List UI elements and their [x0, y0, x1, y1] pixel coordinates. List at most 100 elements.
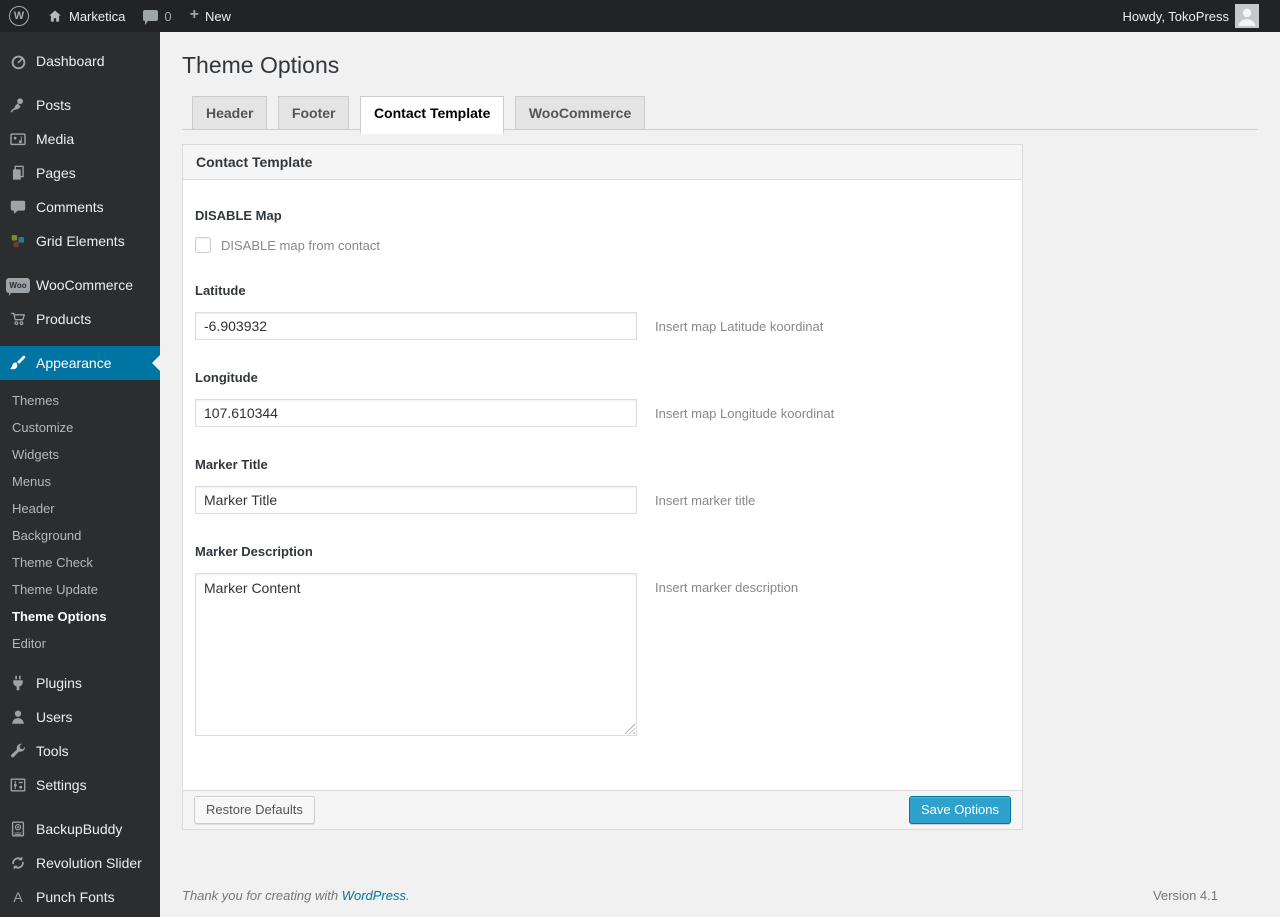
sidebar-item-appearance[interactable]: Appearance [0, 346, 160, 380]
submenu-item-theme-options[interactable]: Theme Options [0, 603, 160, 630]
submenu-item-header[interactable]: Header [0, 495, 160, 522]
disable-map-checkbox[interactable] [195, 237, 211, 253]
plus-icon: + [189, 6, 199, 23]
home-icon [47, 8, 63, 24]
sidebar-item-punch-fonts[interactable]: A Punch Fonts [0, 880, 160, 914]
user-icon [8, 707, 28, 727]
sidebar-item-label: Media [36, 131, 75, 147]
settings-sliders-icon [8, 775, 28, 795]
wrench-icon [8, 741, 28, 761]
sidebar-item-dashboard[interactable]: Dashboard [0, 44, 160, 78]
pushpin-icon [8, 95, 28, 115]
sidebar-item-posts[interactable]: Posts [0, 88, 160, 122]
wordpress-logo-icon: W [9, 6, 29, 26]
sidebar-item-label: WooCommerce [36, 277, 133, 293]
admin-bar: W Marketica 0 + New Howdy, TokoPress [0, 0, 1280, 32]
sidebar-item-label: Revolution Slider [36, 855, 142, 871]
panel-body: DISABLE Map DISABLE map from contact Lat… [183, 180, 1022, 790]
paintbrush-icon [8, 353, 28, 373]
restore-defaults-button[interactable]: Restore Defaults [194, 796, 315, 824]
sidebar-item-label: Grid Elements [36, 233, 125, 249]
submenu-item-widgets[interactable]: Widgets [0, 441, 160, 468]
save-options-button[interactable]: Save Options [908, 796, 1011, 824]
backup-drive-icon [8, 819, 28, 839]
latitude-field: Latitude Insert map Latitude koordinat [195, 283, 1010, 340]
sidebar-item-label: Dashboard [36, 53, 105, 69]
site-name: Marketica [69, 8, 126, 24]
site-link[interactable]: Marketica [38, 0, 134, 32]
field-description: Insert map Latitude koordinat [655, 319, 824, 334]
sidebar-item-label: Users [36, 709, 73, 725]
marker-title-input[interactable] [195, 486, 637, 514]
tab-woocommerce[interactable]: WooCommerce [514, 96, 646, 130]
sidebar-item-label: Products [36, 311, 92, 327]
sidebar-item-grid-elements[interactable]: Grid Elements [0, 224, 160, 258]
marker-description-field: Marker Description Marker Content Insert… [195, 544, 1010, 736]
field-label: Latitude [195, 283, 246, 298]
wordpress-menu-button[interactable]: W [0, 0, 38, 32]
wordpress-link[interactable]: WordPress [342, 888, 406, 903]
contact-template-panel: Contact Template DISABLE Map DISABLE map… [182, 144, 1023, 830]
sidebar-item-tools[interactable]: Tools [0, 734, 160, 768]
sidebar-item-pages[interactable]: Pages [0, 156, 160, 190]
sidebar-item-woocommerce[interactable]: Woo WooCommerce [0, 268, 160, 302]
disable-map-checkbox-label: DISABLE map from contact [221, 237, 380, 253]
menu-separator [0, 336, 160, 346]
new-label: New [204, 8, 231, 24]
sidebar-item-label: BackupBuddy [36, 821, 123, 837]
sidebar-item-settings[interactable]: Settings [0, 768, 160, 802]
submenu-item-theme-check[interactable]: Theme Check [0, 549, 160, 576]
refresh-arrows-icon [8, 853, 28, 873]
dashboard-icon [8, 51, 28, 71]
submenu-item-editor[interactable]: Editor [0, 630, 160, 657]
panel-title: Contact Template [183, 145, 1022, 180]
avatar [1235, 4, 1259, 28]
main-content: Theme Options Header Footer Contact Temp… [160, 32, 1280, 917]
latitude-input[interactable] [195, 312, 637, 340]
sidebar-item-products[interactable]: Products [0, 302, 160, 336]
tab-header[interactable]: Header [192, 96, 268, 130]
field-label: Marker Title [195, 457, 268, 472]
submenu-item-theme-update[interactable]: Theme Update [0, 576, 160, 603]
comments-shortcut[interactable]: 0 [134, 0, 180, 32]
footer-thanks-text: Thank you for creating with WordPress. [182, 888, 410, 903]
tab-footer[interactable]: Footer [277, 96, 350, 130]
tab-bar: Header Footer Contact Template WooCommer… [182, 96, 1258, 134]
marker-description-textarea[interactable]: Marker Content [195, 573, 637, 736]
thanks-period: . [406, 888, 410, 903]
field-label: Longitude [195, 370, 258, 385]
submenu-item-themes[interactable]: Themes [0, 387, 160, 414]
longitude-input[interactable] [195, 399, 637, 427]
my-account-menu[interactable]: Howdy, TokoPress [1114, 0, 1268, 32]
sidebar-item-revolution-slider[interactable]: Revolution Slider [0, 846, 160, 880]
letter-a-icon: A [13, 889, 23, 905]
sidebar-item-comments[interactable]: Comments [0, 190, 160, 224]
page-title: Theme Options [182, 52, 340, 78]
grid-elements-icon [8, 231, 28, 251]
sidebar-item-label: Settings [36, 777, 87, 793]
submenu-item-customize[interactable]: Customize [0, 414, 160, 441]
thanks-prefix: Thank you for creating with [182, 888, 339, 903]
sidebar-item-backupbuddy[interactable]: BackupBuddy [0, 812, 160, 846]
tab-contact-template[interactable]: Contact Template [359, 96, 505, 134]
submenu-item-menus[interactable]: Menus [0, 468, 160, 495]
sidebar-item-users[interactable]: Users [0, 700, 160, 734]
sidebar-item-label: Posts [36, 97, 72, 113]
field-description: Insert map Longitude koordinat [655, 406, 835, 421]
new-content-button[interactable]: + New [181, 0, 240, 32]
comment-count: 0 [164, 8, 172, 24]
sidebar-item-label: Plugins [36, 675, 82, 691]
media-icon [8, 129, 28, 149]
field-description: Insert marker title [655, 493, 756, 508]
submenu-item-background[interactable]: Background [0, 522, 160, 549]
sidebar-item-plugins[interactable]: Plugins [0, 666, 160, 700]
field-description: Insert marker description [655, 580, 799, 595]
plug-icon [8, 673, 28, 693]
appearance-submenu: Themes Customize Widgets Menus Header Ba… [0, 380, 160, 666]
page-footer: Thank you for creating with WordPress. V… [182, 888, 1218, 903]
cart-icon [8, 309, 28, 329]
sidebar-item-media[interactable]: Media [0, 122, 160, 156]
howdy-text: Howdy, TokoPress [1122, 8, 1229, 24]
marker-title-field: Marker Title Insert marker title [195, 457, 1010, 514]
sidebar-item-label: Tools [36, 743, 69, 759]
